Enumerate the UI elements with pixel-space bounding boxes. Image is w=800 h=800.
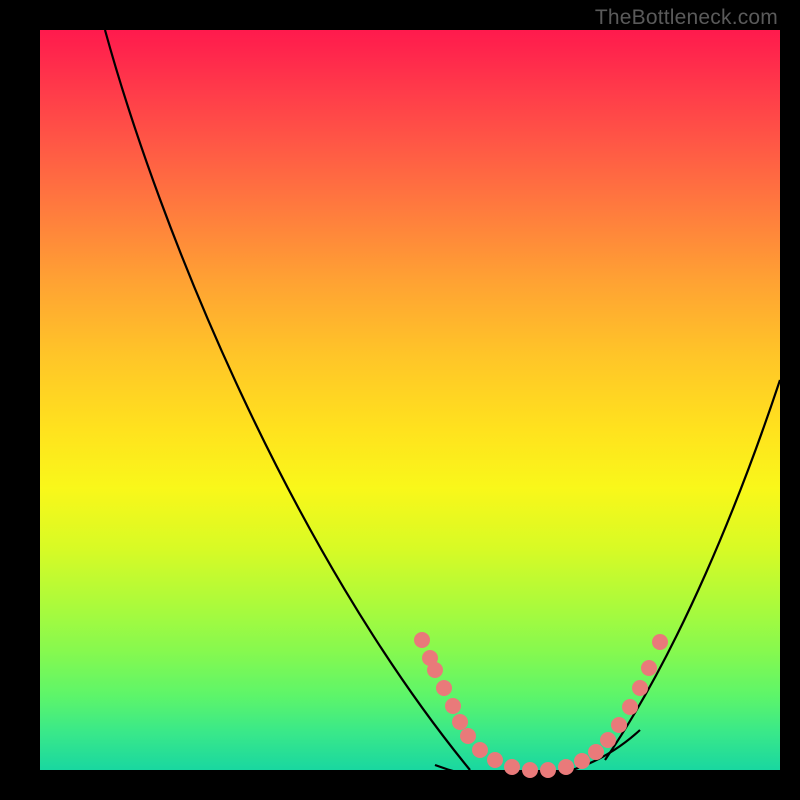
- valley-dot: [611, 717, 627, 733]
- valley-dot: [445, 698, 461, 714]
- valley-dots-group: [414, 632, 668, 778]
- valley-dot: [522, 762, 538, 778]
- valley-dot: [540, 762, 556, 778]
- valley-dot: [452, 714, 468, 730]
- valley-dot: [632, 680, 648, 696]
- valley-dot: [460, 728, 476, 744]
- valley-dot: [641, 660, 657, 676]
- valley-dot: [427, 662, 443, 678]
- valley-dot: [472, 742, 488, 758]
- valley-dot: [487, 752, 503, 768]
- plot-area: [40, 30, 780, 770]
- curve-left: [105, 30, 470, 770]
- valley-dot: [414, 632, 430, 648]
- valley-dot: [574, 753, 590, 769]
- valley-dot: [600, 732, 616, 748]
- valley-dot: [436, 680, 452, 696]
- valley-dot: [652, 634, 668, 650]
- valley-dot: [588, 744, 604, 760]
- chart-svg: [40, 30, 780, 770]
- watermark-text: TheBottleneck.com: [595, 6, 778, 30]
- valley-dot: [622, 699, 638, 715]
- valley-dot: [558, 759, 574, 775]
- frame: TheBottleneck.com: [0, 0, 800, 800]
- valley-dot: [504, 759, 520, 775]
